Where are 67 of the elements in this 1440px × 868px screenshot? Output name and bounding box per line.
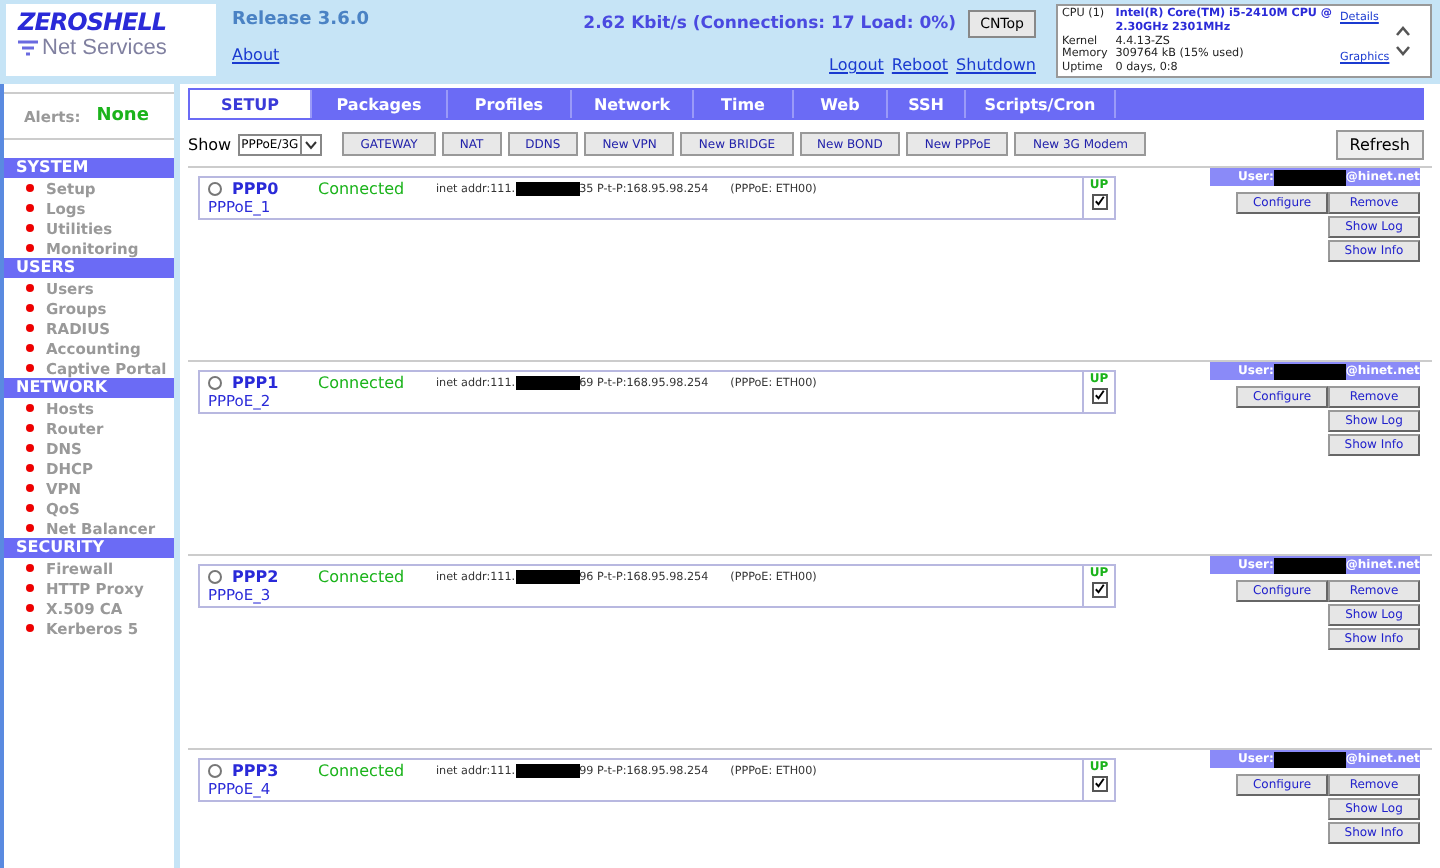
traffic-status: 2.62 Kbit/s (Connections: 17 Load: 0%) [583, 14, 957, 34]
bullet-icon [26, 304, 34, 312]
bullet-icon [26, 564, 34, 572]
bullet-icon [26, 284, 34, 292]
tab[interactable]: Time [694, 90, 794, 118]
bullet-icon [26, 204, 34, 212]
connection-name: PPP0 [232, 180, 281, 198]
connection-status: Connected [318, 180, 407, 198]
connection-name: PPP2 [232, 568, 281, 586]
header-link[interactable]: Logout [829, 56, 884, 74]
scroll-down-icon[interactable] [1395, 46, 1410, 56]
connection-name: PPP3 [232, 762, 281, 780]
up-checkbox[interactable] [1091, 388, 1107, 404]
bullet-icon [26, 584, 34, 592]
redaction-mark [515, 182, 580, 196]
bullet-icon [26, 484, 34, 492]
header-link[interactable]: Shutdown [956, 56, 1036, 74]
tab[interactable]: Scripts/Cron [966, 90, 1116, 118]
radio-button[interactable] [208, 764, 222, 778]
funnel-icon [18, 40, 38, 58]
redaction-mark [515, 764, 580, 778]
radio-button[interactable] [208, 182, 222, 196]
bullet-icon [26, 184, 34, 192]
bullet-icon [26, 424, 34, 432]
bullet-icon [26, 324, 34, 332]
about-link[interactable]: About [232, 46, 280, 64]
logo-subtitle: Net Services [42, 36, 167, 62]
connection-status: Connected [318, 762, 407, 780]
redaction-mark [515, 376, 580, 390]
connection-status: Connected [318, 374, 407, 392]
show-label: Show [188, 135, 232, 153]
bullet-icon [26, 504, 34, 512]
bullet-icon [26, 624, 34, 632]
dropdown-caret-icon[interactable] [300, 135, 321, 153]
radio-button[interactable] [208, 570, 222, 584]
up-checkbox[interactable] [1091, 582, 1107, 598]
bullet-icon [26, 524, 34, 532]
section-header: SYSTEM [4, 158, 174, 178]
scroll-up-icon[interactable] [1395, 26, 1410, 36]
tab[interactable]: Profiles [448, 90, 572, 118]
section-header: NETWORK [4, 378, 174, 398]
up-checkbox[interactable] [1091, 776, 1107, 792]
header-link[interactable]: Reboot [891, 56, 949, 74]
logo-title: ZEROSHELL [18, 10, 169, 36]
up-checkbox[interactable] [1091, 194, 1107, 210]
redaction-mark [515, 570, 580, 584]
bullet-icon [26, 364, 34, 372]
bullet-icon [26, 224, 34, 232]
section-header: SECURITY [4, 538, 174, 558]
bullet-icon [26, 464, 34, 472]
bullet-icon [26, 604, 34, 612]
alerts-value: None [96, 106, 149, 126]
refresh-button[interactable]: Refresh [1335, 129, 1424, 159]
bullet-icon [26, 404, 34, 412]
tab[interactable]: Web [794, 90, 888, 118]
bullet-icon [26, 344, 34, 352]
connection-name: PPP1 [232, 374, 281, 392]
section-header: USERS [4, 258, 174, 278]
bullet-icon [26, 444, 34, 452]
tab[interactable]: Packages [312, 90, 448, 118]
connection-status: Connected [318, 568, 407, 586]
tab[interactable]: SSH [888, 90, 966, 118]
release-version: Release 3.6.0 [232, 10, 370, 30]
tab[interactable]: Network [572, 90, 694, 118]
tab[interactable]: SETUP [190, 90, 312, 118]
radio-button[interactable] [208, 376, 222, 390]
bullet-icon [26, 244, 34, 252]
